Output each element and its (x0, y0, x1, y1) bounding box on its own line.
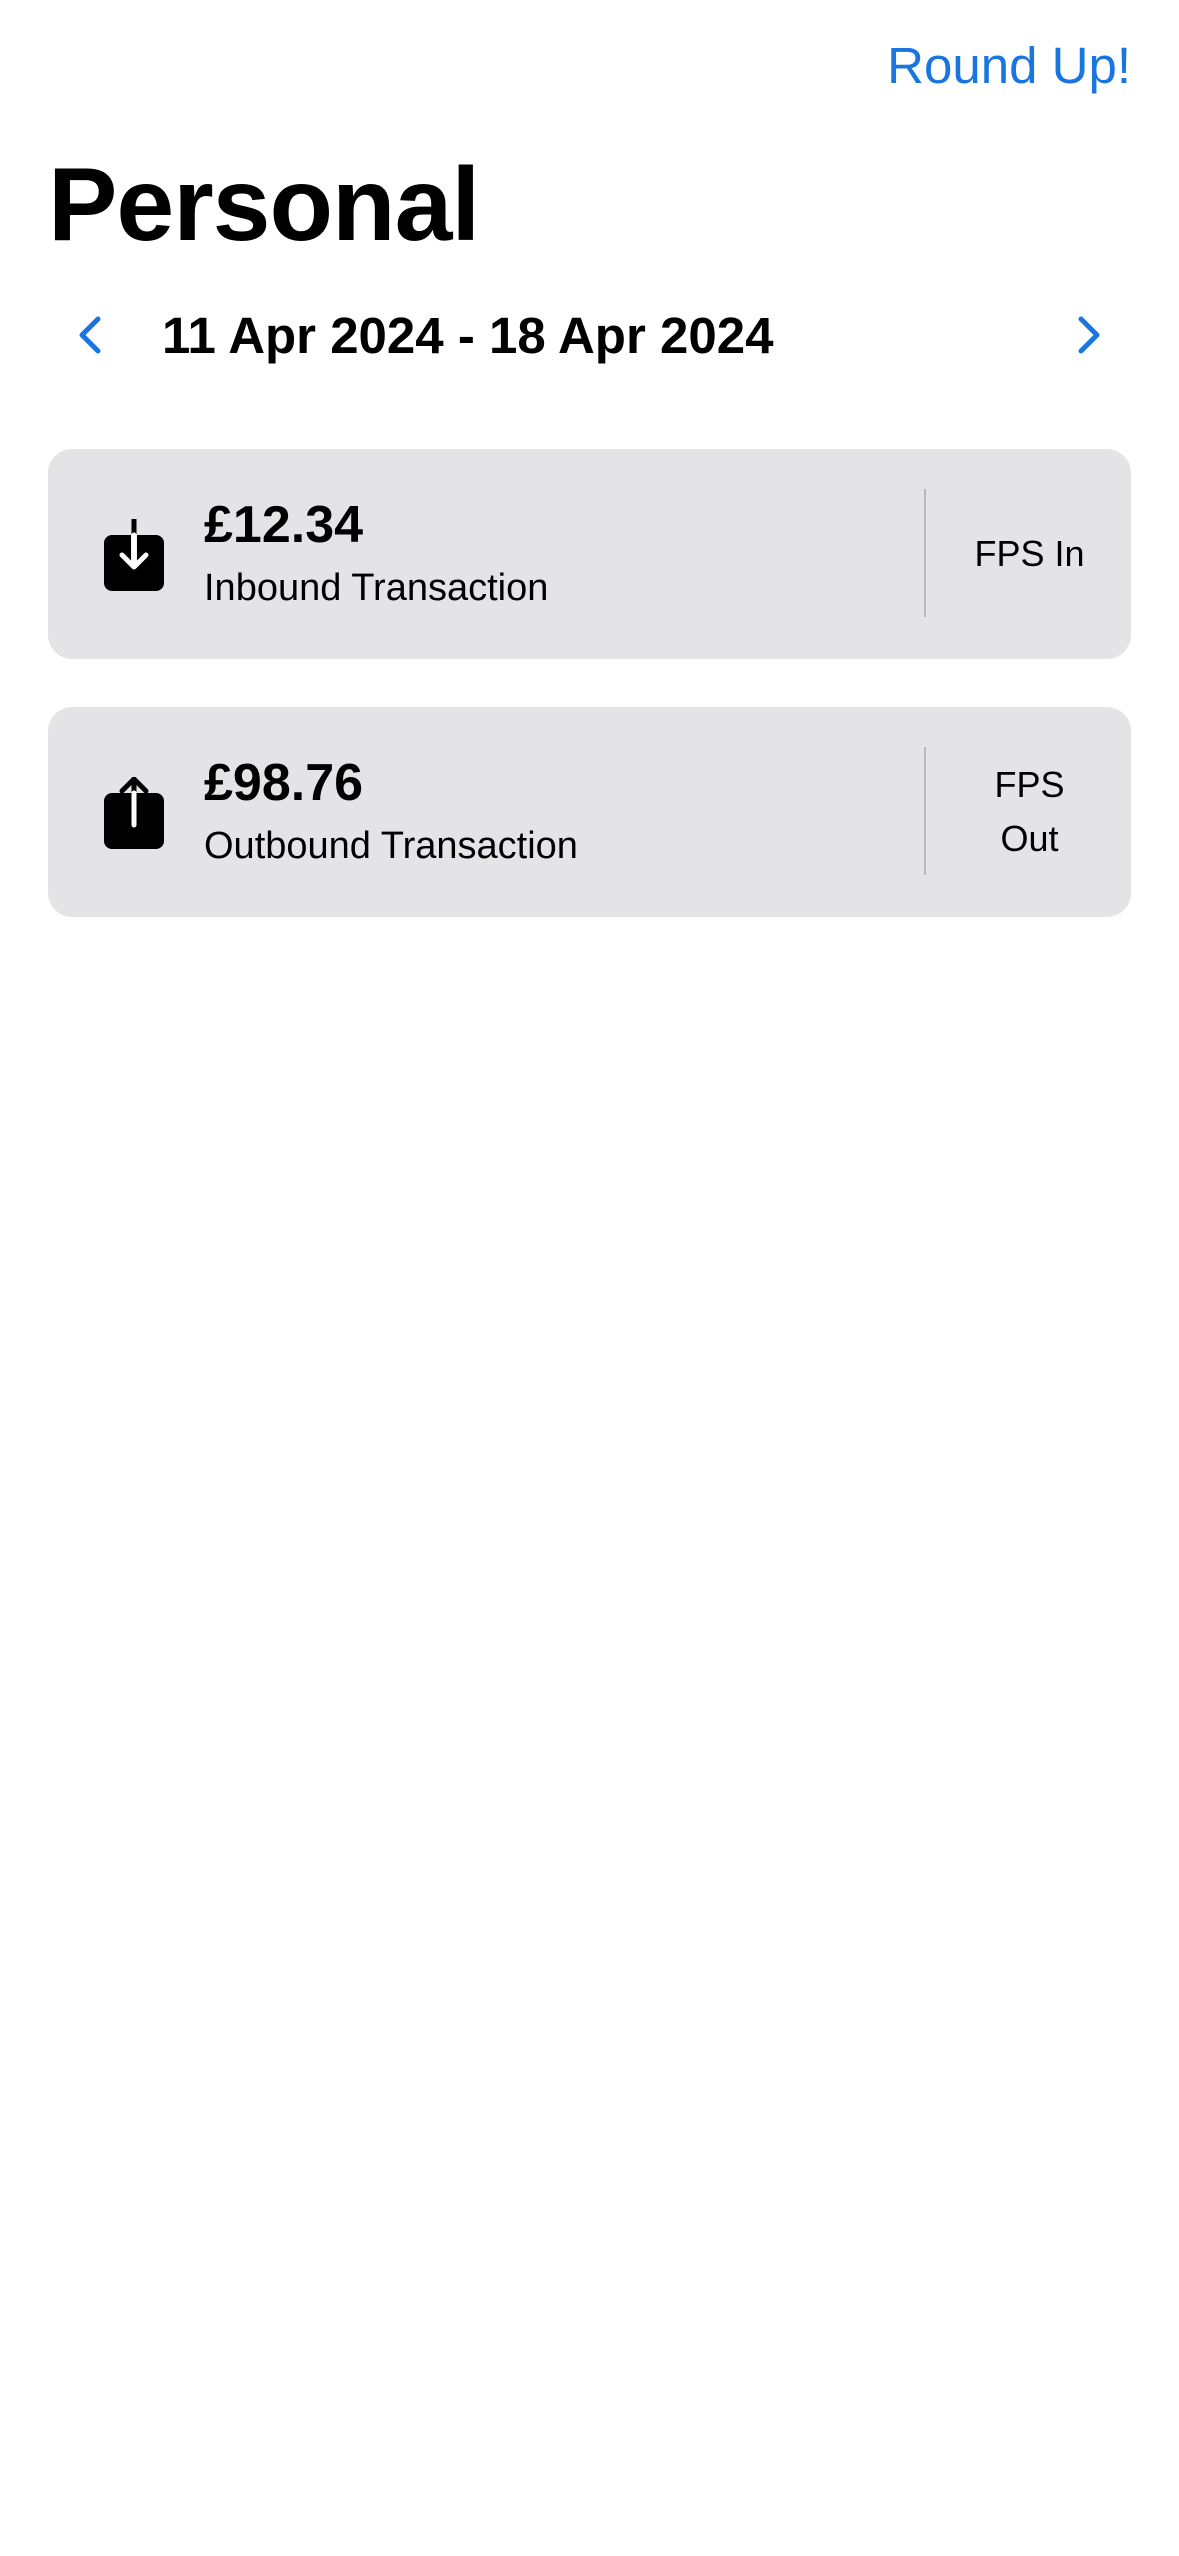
transaction-type: FPS Out (928, 707, 1131, 917)
tray-arrow-up-icon (102, 777, 166, 849)
previous-week-button[interactable] (64, 307, 120, 363)
date-range-label: 11 Apr 2024 - 18 Apr 2024 (162, 307, 774, 364)
divider (924, 489, 926, 617)
screen: Round Up! Personal 11 Apr 2024 - 18 Apr … (0, 0, 1179, 2556)
transaction-amount: £12.34 (204, 496, 364, 554)
date-navigator: 11 Apr 2024 - 18 Apr 2024 (48, 290, 1131, 380)
transaction-card-inbound[interactable]: £12.34 Inbound Transaction FPS In (48, 449, 1131, 659)
page-title: Personal (48, 147, 480, 263)
transaction-type-label: FPS In (974, 533, 1085, 574)
chevron-right-icon (1078, 316, 1100, 354)
transaction-list: £12.34 Inbound Transaction FPS In £98.76… (48, 449, 1131, 965)
next-week-button[interactable] (1059, 307, 1115, 363)
transaction-card-outbound[interactable]: £98.76 Outbound Transaction FPS Out (48, 707, 1131, 917)
chevron-left-icon (79, 316, 101, 354)
round-up-button[interactable]: Round Up! (887, 34, 1131, 98)
transaction-description: Outbound Transaction (204, 825, 578, 867)
transaction-type: FPS In (928, 449, 1131, 659)
tray-arrow-down-icon (102, 519, 166, 591)
divider (924, 747, 926, 875)
transaction-type-label: FPS Out (994, 764, 1065, 859)
transaction-description: Inbound Transaction (204, 567, 549, 609)
transaction-amount: £98.76 (204, 754, 364, 812)
